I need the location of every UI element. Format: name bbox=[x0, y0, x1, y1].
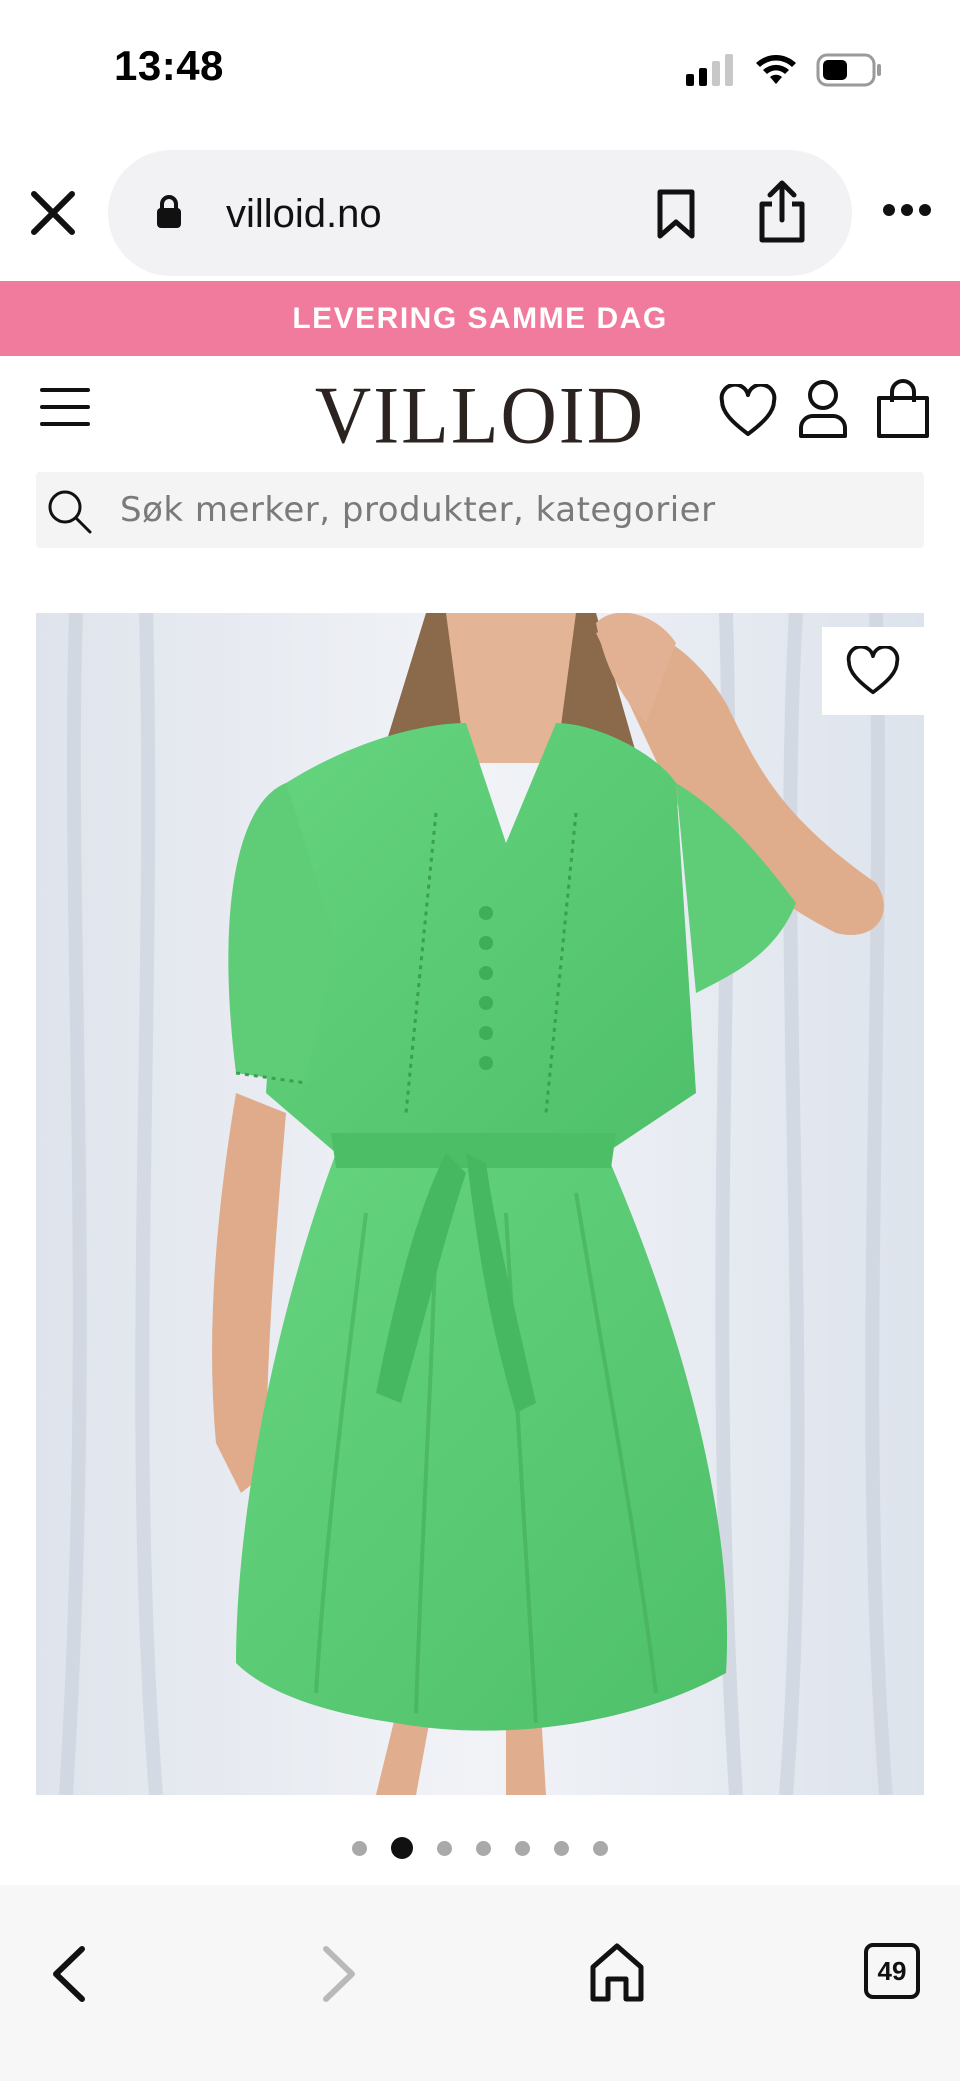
product-photo bbox=[36, 613, 924, 1795]
cellular-signal-icon bbox=[686, 54, 733, 86]
account-icon[interactable] bbox=[796, 378, 850, 440]
promo-text: LEVERING SAMME DAG bbox=[292, 301, 668, 335]
bookmark-icon[interactable] bbox=[654, 188, 698, 240]
search-icon bbox=[48, 490, 92, 534]
more-icon[interactable] bbox=[882, 202, 932, 218]
carousel-dot[interactable] bbox=[515, 1840, 530, 1856]
forward-icon[interactable] bbox=[318, 1943, 362, 2005]
battery-icon bbox=[816, 53, 881, 87]
carousel-dot[interactable] bbox=[476, 1840, 491, 1856]
product-favorite-button[interactable] bbox=[822, 627, 924, 715]
browser-toolbar: 49 bbox=[0, 1885, 960, 2081]
status-icons bbox=[686, 50, 882, 90]
promo-banner[interactable]: LEVERING SAMME DAG bbox=[0, 281, 960, 356]
tabs-button[interactable]: 49 bbox=[864, 1943, 920, 1999]
tabs-count: 49 bbox=[877, 1955, 907, 1986]
heart-icon[interactable] bbox=[718, 384, 778, 438]
carousel-dot[interactable] bbox=[437, 1840, 452, 1856]
lock-icon bbox=[157, 195, 181, 228]
status-time: 13:48 bbox=[114, 42, 224, 89]
wifi-icon bbox=[756, 55, 796, 84]
carousel-dot[interactable] bbox=[391, 1837, 413, 1859]
carousel-dots bbox=[0, 1832, 960, 1864]
search-input[interactable] bbox=[120, 472, 900, 548]
heart-icon bbox=[846, 646, 900, 695]
carousel-dot[interactable] bbox=[554, 1840, 569, 1856]
address-bar[interactable]: villoid.no bbox=[108, 150, 852, 276]
url-text: villoid.no bbox=[226, 192, 382, 236]
home-icon[interactable] bbox=[588, 1941, 646, 2003]
site-header: VILLOID bbox=[0, 356, 960, 466]
product-image[interactable] bbox=[36, 613, 924, 1795]
status-bar: 13:48 bbox=[0, 0, 960, 140]
carousel-dot[interactable] bbox=[352, 1840, 367, 1856]
cart-icon[interactable] bbox=[874, 378, 932, 440]
share-icon[interactable] bbox=[756, 180, 808, 244]
back-icon[interactable] bbox=[46, 1943, 90, 2005]
browser-address-row: villoid.no bbox=[0, 140, 960, 280]
search-box[interactable] bbox=[36, 472, 924, 548]
close-icon[interactable] bbox=[28, 188, 78, 238]
carousel-dot[interactable] bbox=[593, 1840, 608, 1856]
